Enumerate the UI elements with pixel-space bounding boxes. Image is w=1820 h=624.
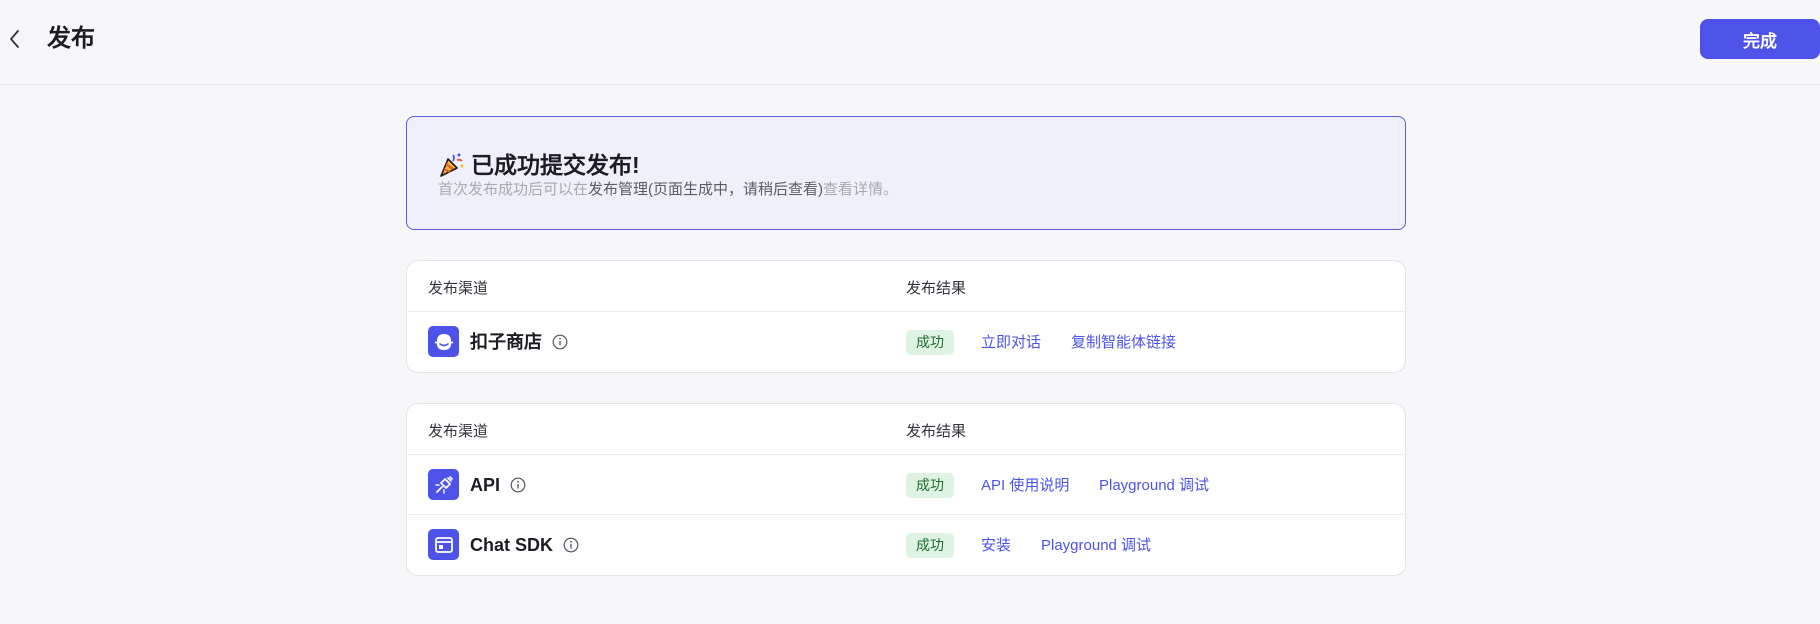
playground-debug-link[interactable]: Playground 调试 [1041, 535, 1151, 557]
status-badge: 成功 [906, 473, 954, 498]
channel-name: API [470, 475, 501, 495]
store-icon [428, 326, 459, 357]
channel-row-chat-sdk: Chat SDK 成功 安装 Playground 调试 [407, 515, 1405, 575]
channel-name: 扣子商店 [470, 332, 542, 352]
banner-title: 已成功提交发布! [471, 152, 640, 178]
sdk-window-icon [428, 529, 459, 560]
info-icon[interactable] [552, 334, 568, 350]
table-header: 发布渠道 发布结果 [407, 404, 1405, 455]
info-icon[interactable] [563, 537, 579, 553]
back-button[interactable] [2, 26, 28, 52]
publish-management-link[interactable]: 发布管理(页面生成中，请稍后查看) [588, 181, 823, 198]
channel-name-row: 扣子商店 [470, 330, 568, 354]
banner-desc-suffix: 查看详情。 [823, 181, 899, 198]
page-header: 发布 完成 [0, 0, 1820, 85]
channel-name-row: Chat SDK [470, 533, 579, 557]
party-popper-icon [440, 153, 464, 177]
status-badge: 成功 [906, 533, 954, 558]
success-banner: 已成功提交发布! 首次发布成功后可以在发布管理(页面生成中，请稍后查看)查看详情… [406, 116, 1406, 230]
install-link[interactable]: 安装 [981, 535, 1011, 557]
chevron-left-icon [10, 30, 19, 48]
channel-name-row: API [470, 473, 526, 497]
column-header-channel: 发布渠道 [428, 423, 489, 440]
banner-title-row: 已成功提交发布! [437, 150, 640, 180]
column-header-result: 发布结果 [906, 423, 967, 440]
chat-now-link[interactable]: 立即对话 [981, 332, 1041, 354]
column-header-result: 发布结果 [906, 280, 967, 297]
api-plug-icon [428, 469, 459, 500]
column-header-channel: 发布渠道 [428, 280, 489, 297]
channel-row-api: API 成功 API 使用说明 Playground 调试 [407, 455, 1405, 515]
banner-desc-prefix: 首次发布成功后可以在 [438, 181, 589, 198]
channel-name: Chat SDK [470, 535, 554, 555]
copy-agent-link[interactable]: 复制智能体链接 [1071, 332, 1176, 354]
api-docs-link[interactable]: API 使用说明 [981, 475, 1069, 497]
status-badge: 成功 [906, 330, 954, 355]
done-button[interactable]: 完成 [1700, 19, 1820, 59]
channel-row-store: 扣子商店 成功 立即对话 复制智能体链接 [407, 312, 1405, 372]
page-title: 发布 [47, 25, 95, 52]
publish-results-card-api: 发布渠道 发布结果 API 成功 API 使用说明 Playground 调试 [406, 403, 1406, 576]
banner-description: 首次发布成功后可以在发布管理(页面生成中，请稍后查看)查看详情。 [438, 180, 898, 200]
info-icon[interactable] [510, 477, 526, 493]
table-header: 发布渠道 发布结果 [407, 261, 1405, 312]
publish-results-card-store: 发布渠道 发布结果 扣子商店 成功 立即对话 复制智能体链接 [406, 260, 1406, 373]
playground-debug-link[interactable]: Playground 调试 [1099, 475, 1209, 497]
